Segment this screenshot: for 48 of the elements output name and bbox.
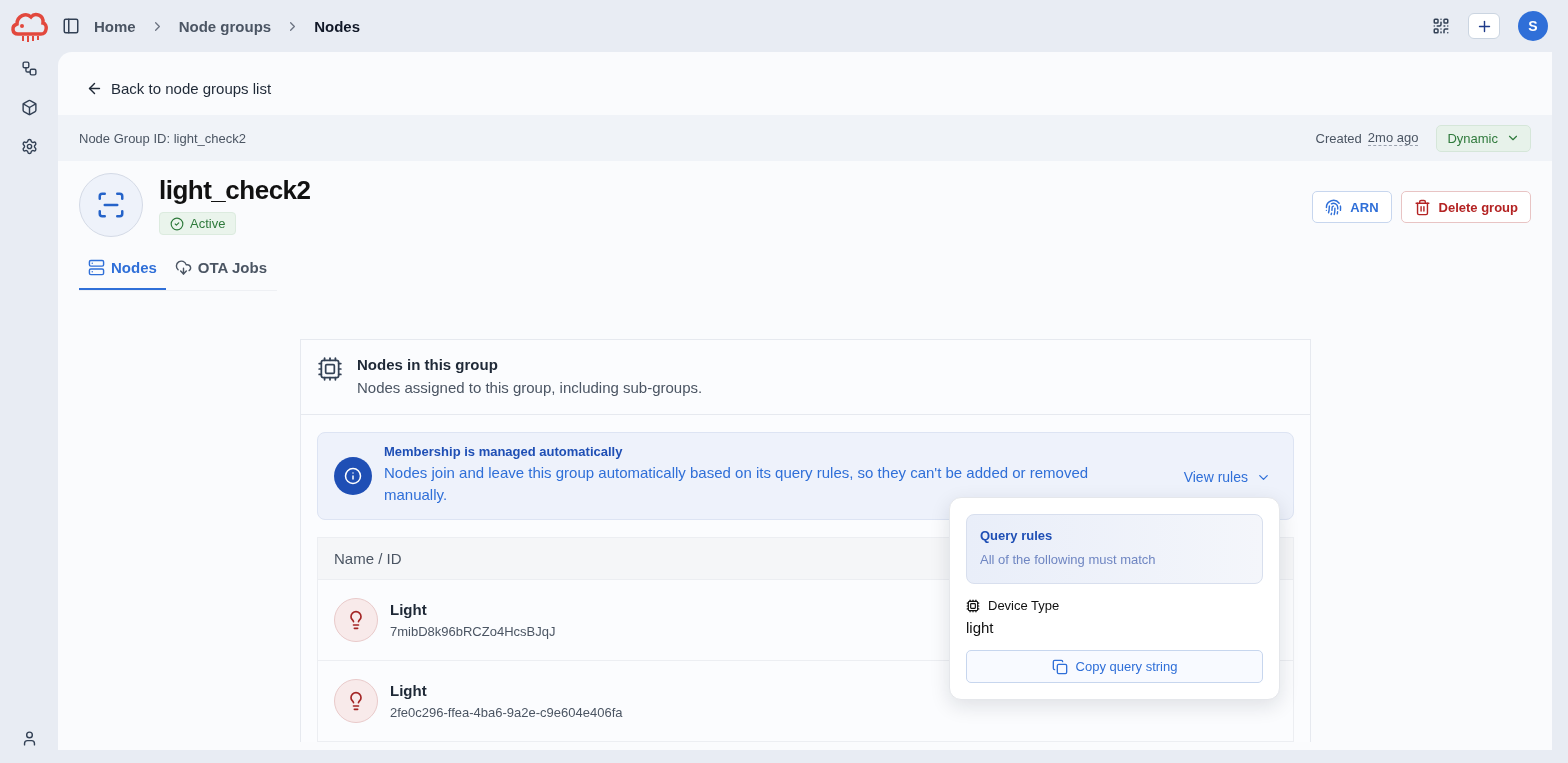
box-icon[interactable] <box>20 99 38 116</box>
sidebar-toggle-icon[interactable] <box>62 17 80 35</box>
cloud-download-icon <box>174 259 192 276</box>
check-circle-icon <box>170 216 184 231</box>
tab[interactable]: OTA Jobs <box>165 251 276 290</box>
lightbulb-icon <box>334 679 378 723</box>
card-subtitle: Nodes assigned to this group, including sub-groups. <box>357 379 703 396</box>
banner-title: Membership is managed automatically <box>384 444 624 459</box>
banner-text: Nodes join and leave this group automatically based on its query rules, so they can't be added or removed manually. <box>384 463 1090 505</box>
info-icon <box>334 457 372 495</box>
created-label: Created <box>1315 130 1362 146</box>
add-button[interactable] <box>1468 13 1500 39</box>
chip-icon <box>317 356 343 382</box>
rule-field: Device Type <box>988 598 1060 613</box>
server-icon <box>88 259 105 276</box>
scan-icon <box>96 190 126 220</box>
node-name: Light <box>390 601 428 618</box>
qr-code-icon[interactable] <box>1432 17 1450 35</box>
rule-value: light <box>966 619 995 636</box>
user-avatar[interactable]: S <box>1518 11 1548 41</box>
settings-icon[interactable] <box>20 138 38 155</box>
fingerprint-icon <box>1325 198 1343 216</box>
popover-title: Query rules <box>980 528 1054 543</box>
group-type-dropdown[interactable]: Dynamic <box>1436 124 1531 152</box>
group-name: light_check2 <box>159 175 311 206</box>
trash-icon <box>1413 198 1431 216</box>
lightbulb-icon <box>334 598 378 642</box>
group-id-label: Node Group ID: light_check2 <box>79 130 246 146</box>
view-rules-button[interactable]: View rules <box>1177 468 1277 486</box>
column-header: Name / ID <box>334 550 402 567</box>
copy-icon <box>1051 658 1068 675</box>
tab[interactable]: Nodes <box>79 251 166 290</box>
breadcrumb-link[interactable]: Node groups <box>178 17 272 35</box>
breadcrumb-link[interactable]: Home <box>94 17 136 35</box>
workflow-icon[interactable] <box>20 60 38 77</box>
popover-subtitle: All of the following must match <box>980 552 1157 567</box>
arn-button[interactable]: ARN <box>1312 191 1392 223</box>
chip-icon <box>966 598 980 613</box>
card-title: Nodes in this group <box>357 356 499 373</box>
node-id: 7mibD8k96bRCZo4HcsBJqJ <box>390 624 556 639</box>
delete-button[interactable]: Delete group <box>1400 191 1531 223</box>
status-badge: Active <box>159 212 237 235</box>
node-name: Light <box>390 682 428 699</box>
created-time: 2mo ago <box>1367 130 1419 146</box>
copy-query-button[interactable]: Copy query string <box>966 650 1263 683</box>
node-id: 2fe0c296-ffea-4ba6-9a2e-c9e604e406fa <box>390 705 623 720</box>
breadcrumb-link[interactable]: Nodes <box>314 17 361 35</box>
back-link[interactable]: Back to node groups list <box>86 80 272 97</box>
